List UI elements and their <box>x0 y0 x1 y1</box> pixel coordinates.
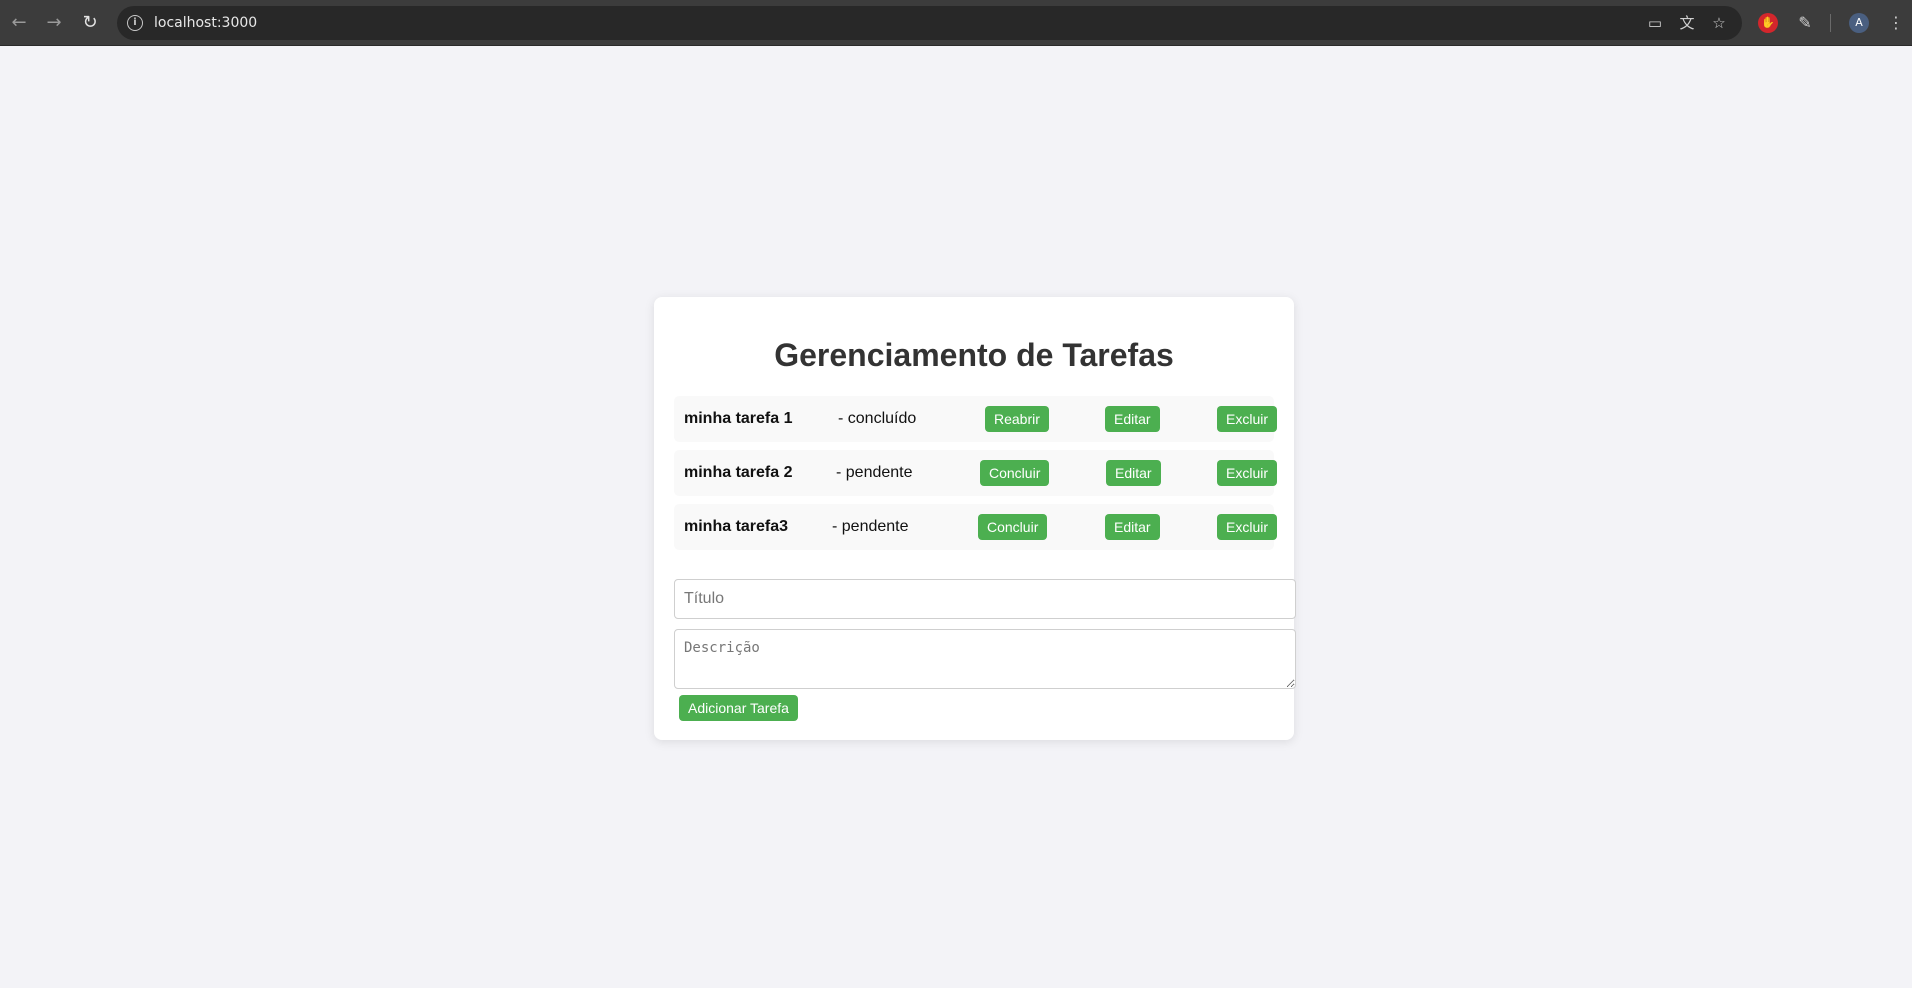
task-title: minha tarefa 1 <box>684 410 793 427</box>
menu-kebab-icon[interactable]: ⋮ <box>1884 11 1908 35</box>
reopen-button[interactable]: Reabrir <box>985 406 1049 432</box>
task-list: minha tarefa 1 - concluído Reabrir Edita… <box>674 396 1278 558</box>
site-info-icon[interactable]: i <box>127 15 143 31</box>
browser-toolbar: ← → ↻ i localhost:3000 ▭ 文 ☆ ✋ ✎ A ⋮ <box>0 0 1912 46</box>
extensions-puzzle-icon[interactable]: ✎ <box>1793 11 1817 35</box>
task-title: minha tarefa3 <box>684 518 789 535</box>
address-bar[interactable]: i localhost:3000 ▭ 文 ☆ <box>117 6 1742 40</box>
task-item: minha tarefa 1 - concluído Reabrir Edita… <box>674 396 1278 442</box>
extension-shield-icon[interactable]: ✋ <box>1758 13 1778 33</box>
reload-icon[interactable]: ↻ <box>78 11 102 35</box>
edit-button[interactable]: Editar <box>1105 406 1160 432</box>
bookmark-star-icon[interactable]: ☆ <box>1709 13 1729 33</box>
forward-arrow-icon[interactable]: → <box>42 11 66 35</box>
edit-button[interactable]: Editar <box>1106 460 1161 486</box>
title-input[interactable] <box>674 579 1296 619</box>
task-status: - pendente <box>836 464 913 481</box>
edit-button[interactable]: Editar <box>1105 514 1160 540</box>
page-title: Gerenciamento de Tarefas <box>774 337 1174 373</box>
add-task-button[interactable]: Adicionar Tarefa <box>679 695 798 721</box>
task-title: minha tarefa 2 <box>684 464 793 481</box>
profile-avatar[interactable]: A <box>1849 13 1869 33</box>
task-manager-card: Gerenciamento de Tarefas minha tarefa 1 … <box>654 297 1296 740</box>
toolbar-divider <box>1830 14 1831 32</box>
translate-icon[interactable]: 文 <box>1677 13 1697 33</box>
complete-button[interactable]: Concluir <box>980 460 1050 486</box>
task-status: - concluído <box>838 410 917 427</box>
delete-button[interactable]: Excluir <box>1217 406 1278 432</box>
task-item: minha tarefa 2 - pendente Concluir Edita… <box>674 450 1278 496</box>
task-status: - pendente <box>832 518 909 535</box>
cast-icon[interactable]: ▭ <box>1645 13 1665 33</box>
description-input[interactable] <box>674 629 1296 689</box>
complete-button[interactable]: Concluir <box>978 514 1048 540</box>
task-item: minha tarefa3 - pendente Concluir Editar… <box>674 504 1278 550</box>
delete-button[interactable]: Excluir <box>1217 514 1278 540</box>
delete-button[interactable]: Excluir <box>1217 460 1278 486</box>
back-arrow-icon[interactable]: ← <box>7 11 31 35</box>
url-text[interactable]: localhost:3000 <box>154 15 257 31</box>
